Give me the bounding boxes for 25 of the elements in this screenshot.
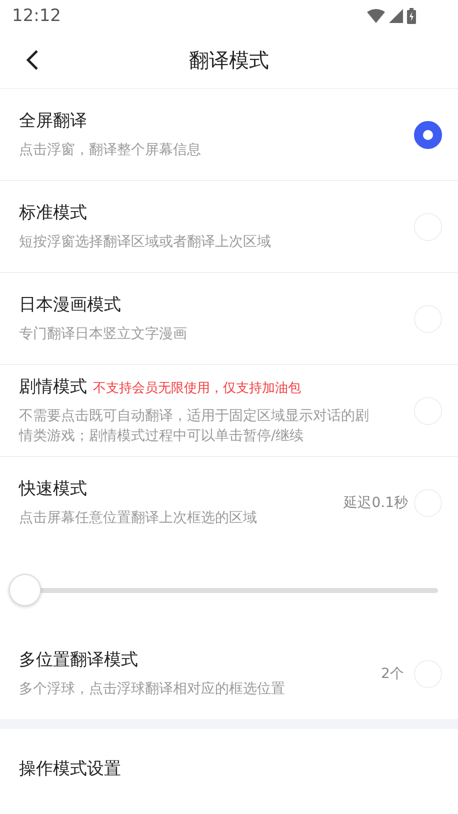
mode-title: 标准模式 xyxy=(19,203,87,223)
back-icon[interactable] xyxy=(25,49,39,71)
mode-description: 点击屏幕任意位置翻译上次框选的区域 xyxy=(19,509,258,528)
mode-description: 点击浮窗，翻译整个屏幕信息 xyxy=(19,141,202,160)
mode-description: 短按浮窗选择翻译区域或者翻译上次区域 xyxy=(19,233,272,252)
slider-thumb[interactable] xyxy=(9,574,41,606)
settings-item[interactable]: 操作模式设置 xyxy=(19,759,121,779)
mode-title: 全屏翻译 xyxy=(19,111,87,131)
mode-warning: 不支持会员无限使用，仅支持加油包 xyxy=(93,381,301,396)
mode-description: 不需要点击既可自动翻译，适用于固定区域显示对话的剧情类游戏；剧情模式过程中可以单击暂停/继续 xyxy=(19,407,370,446)
battery-icon xyxy=(407,8,416,24)
signal-icon xyxy=(389,9,403,23)
mode-title: 多位置翻译模式 xyxy=(19,650,138,670)
mode-title: 日本漫画模式 xyxy=(19,295,121,315)
mode-value: 2个 xyxy=(381,664,404,682)
mode-description: 专门翻译日本竖立文字漫画 xyxy=(19,325,188,344)
status-time: 12:12 xyxy=(12,6,61,26)
mode-title: 快速模式 xyxy=(19,479,87,499)
page-title: 翻译模式 xyxy=(189,46,269,74)
radio-button[interactable] xyxy=(414,120,442,148)
mode-title: 剧情模式 xyxy=(19,377,87,397)
delay-slider[interactable] xyxy=(9,574,438,606)
mode-value: 延迟0.1秒 xyxy=(344,494,408,512)
wifi-icon xyxy=(367,9,385,23)
mode-description: 多个浮球，点击浮球翻译相对应的框选位置 xyxy=(19,680,286,699)
